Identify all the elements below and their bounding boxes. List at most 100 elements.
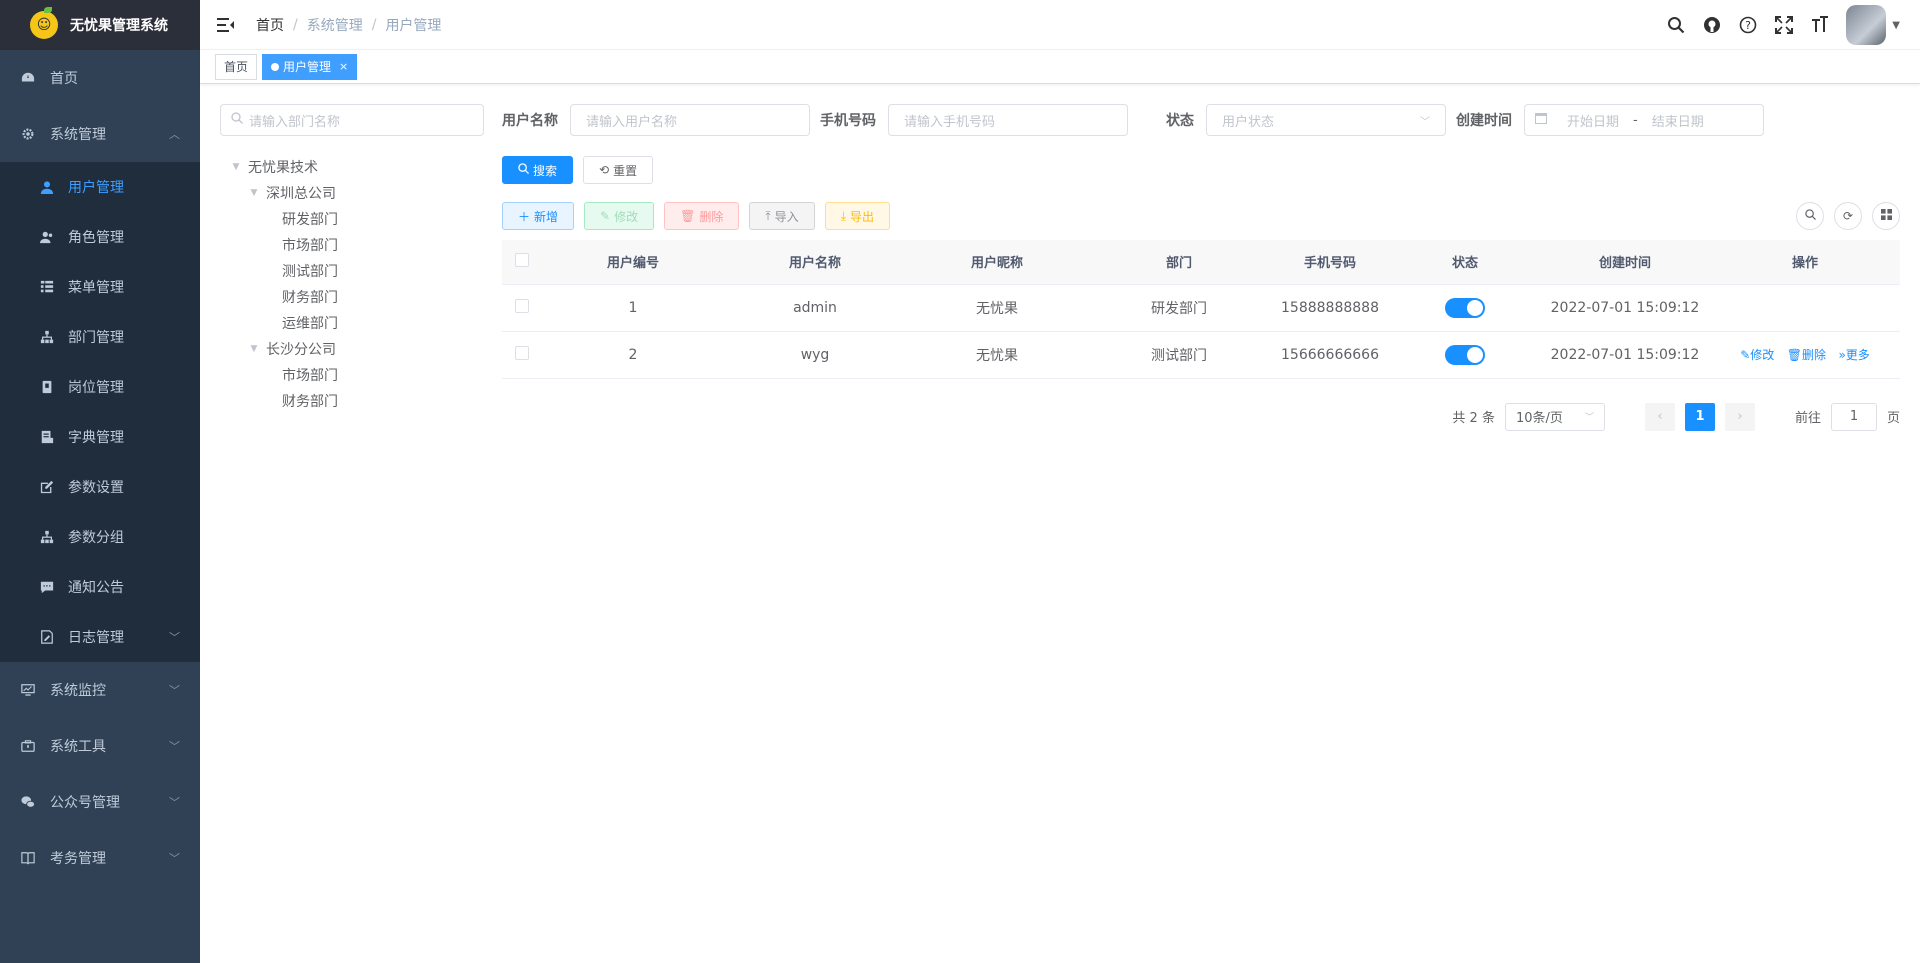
prev-page-button[interactable]: ‹ — [1644, 402, 1675, 431]
tree-node-root[interactable]: ▼ 无忧果技术 — [220, 154, 484, 180]
expand-icon[interactable]: ▼ — [246, 344, 262, 354]
row-checkbox[interactable] — [515, 345, 529, 360]
row-edit-link[interactable]: ✎修改 — [1740, 348, 1774, 362]
github-icon[interactable] — [1702, 15, 1722, 35]
refresh-button[interactable]: ⟳ — [1834, 202, 1862, 230]
columns-button[interactable] — [1872, 202, 1900, 230]
status-label: 状态 — [1166, 113, 1194, 129]
sidebar-item-label: 系统管理 — [50, 127, 106, 143]
tag-home[interactable]: 首页 — [215, 53, 258, 80]
cell-status — [1390, 331, 1540, 379]
sidebar-item-depts[interactable]: 部门管理 — [0, 312, 200, 362]
trash-icon: 🗑︎ — [1786, 348, 1802, 362]
sidebar-item-roles[interactable]: 角色管理 — [0, 212, 200, 262]
sidebar-item-system[interactable]: 系统管理 ︿ — [0, 106, 200, 162]
tree-node-leaf[interactable]: 财务部门 — [220, 284, 484, 310]
next-page-button[interactable]: › — [1724, 402, 1755, 431]
chevron-down-icon: ﹀ — [169, 796, 180, 809]
column-header: 操作 — [1710, 240, 1900, 285]
expand-icon[interactable]: ▼ — [246, 188, 262, 198]
sidebar-item-menus[interactable]: 菜单管理 — [0, 262, 200, 312]
logo[interactable]: ☺ 无忧果管理系统 — [0, 0, 200, 50]
font-size-icon[interactable] — [1810, 15, 1830, 35]
username-input[interactable]: 请输入用户名称 — [570, 104, 810, 136]
user-icon — [40, 180, 54, 194]
fullscreen-icon[interactable] — [1774, 15, 1794, 35]
phone-input[interactable]: 请输入手机号码 — [888, 104, 1128, 136]
row-delete-link[interactable]: 🗑︎删除 — [1787, 348, 1826, 362]
search-button[interactable]: 搜索 — [502, 156, 574, 184]
goto-page-input[interactable]: 1 — [1830, 402, 1877, 431]
sidebar-item-config-group[interactable]: 参数分组 — [0, 512, 200, 562]
export-button[interactable]: ⤓ 导出 — [824, 202, 891, 230]
page-number[interactable]: 1 — [1684, 402, 1715, 431]
dept-search-input[interactable]: 请输入部门名称 — [220, 104, 484, 136]
sidebar-item-dict[interactable]: 字典管理 — [0, 412, 200, 462]
reset-button[interactable]: ⟲ 重置 — [583, 156, 654, 184]
cell-actions: ✎修改 🗑︎删除 »更多 — [1710, 331, 1900, 379]
breadcrumb-system: 系统管理 — [306, 17, 363, 34]
cell-username: admin — [724, 284, 906, 332]
import-button[interactable]: ⤒ 导入 — [749, 202, 815, 230]
sidebar-item-wechat[interactable]: 公众号管理 ﹀ — [0, 774, 200, 830]
sidebar-item-log[interactable]: 日志管理 ﹀ — [0, 612, 200, 662]
toggle-search-button[interactable] — [1796, 202, 1824, 230]
delete-button[interactable]: 🗑︎ 删除 — [664, 202, 740, 230]
search-form: 用户名称 请输入用户名称 手机号码 请输入手机号码 状态 用户状态 ﹀ 创建时间… — [502, 104, 1900, 136]
tag-user-management[interactable]: 用户管理 × — [262, 53, 358, 80]
sidebar: ☺ 无忧果管理系统 首页 系统管理 ︿ 用户管理 角色管理 菜单管理 部门管理 — [0, 0, 200, 963]
tree-node-leaf[interactable]: 测试部门 — [220, 258, 484, 284]
tree-node-branch[interactable]: ▼ 深圳总公司 — [220, 180, 484, 206]
status-select[interactable]: 用户状态 ﹀ — [1206, 104, 1446, 136]
status-switch[interactable] — [1445, 297, 1485, 318]
column-header: 用户名称 — [724, 240, 906, 285]
tree-node-leaf[interactable]: 财务部门 — [220, 388, 484, 414]
close-icon[interactable]: × — [339, 55, 348, 79]
tree-node-label: 研发部门 — [282, 212, 338, 228]
tree-node-leaf[interactable]: 市场部门 — [220, 362, 484, 388]
sidebar-item-tools[interactable]: 系统工具 ﹀ — [0, 718, 200, 774]
breadcrumb-home[interactable]: 首页 — [256, 15, 284, 35]
book-icon — [20, 850, 36, 866]
sidebar-item-label: 系统工具 — [50, 739, 106, 755]
edit-button[interactable]: ✎ 修改 — [584, 202, 655, 230]
tree-node-branch[interactable]: ▼ 长沙分公司 — [220, 336, 484, 362]
sidebar-item-home[interactable]: 首页 — [0, 50, 200, 106]
sidebar-item-config[interactable]: 参数设置 — [0, 462, 200, 512]
sidebar-item-label: 字典管理 — [68, 430, 124, 446]
select-all-checkbox[interactable] — [515, 252, 529, 267]
expand-icon[interactable]: ▼ — [228, 162, 244, 172]
date-range-picker[interactable]: 开始日期 - 结束日期 — [1524, 104, 1764, 136]
navbar: 首页 / 系统管理 / 用户管理 ? ▼ — [200, 0, 1920, 50]
page-size-select[interactable]: 10条/页 ﹀ — [1504, 402, 1605, 431]
search-icon[interactable] — [1666, 15, 1686, 35]
row-more-link[interactable]: »更多 — [1838, 348, 1869, 362]
avatar — [1846, 5, 1887, 45]
user-avatar-dropdown[interactable]: ▼ — [1846, 5, 1900, 45]
tree-node-leaf[interactable]: 市场部门 — [220, 232, 484, 258]
cell-user-id: 2 — [542, 331, 724, 379]
table-row: 1 admin 无忧果 研发部门 15888888888 2022-07-01 … — [502, 284, 1900, 332]
sidebar-item-label: 公众号管理 — [50, 795, 120, 811]
row-checkbox[interactable] — [515, 298, 529, 313]
question-icon[interactable]: ? — [1738, 15, 1758, 35]
pagination: 共 2 条 10条/页 ﹀ ‹ 1 › 前往 1 页 — [502, 402, 1900, 431]
sidebar-item-monitor[interactable]: 系统监控 ﹀ — [0, 662, 200, 718]
sidebar-item-label: 参数设置 — [68, 480, 124, 496]
add-button[interactable]: ＋新增 — [502, 202, 575, 230]
column-header: 用户昵称 — [906, 240, 1088, 285]
select-all-cell — [502, 240, 542, 285]
sidebar-item-posts[interactable]: 岗位管理 — [0, 362, 200, 412]
sidebar-item-users[interactable]: 用户管理 — [0, 162, 200, 212]
tree-node-leaf[interactable]: 运维部门 — [220, 310, 484, 336]
export-button-label: 导出 — [850, 209, 875, 224]
chevron-up-icon: ︿ — [169, 128, 180, 141]
tree-node-leaf[interactable]: 研发部门 — [220, 206, 484, 232]
hamburger-icon[interactable] — [216, 15, 236, 35]
tree-node-label: 测试部门 — [282, 264, 338, 280]
cell-status — [1390, 284, 1540, 332]
svg-text:?: ? — [1745, 19, 1751, 32]
sidebar-item-exam[interactable]: 考务管理 ﹀ — [0, 830, 200, 886]
sidebar-item-notice[interactable]: 通知公告 — [0, 562, 200, 612]
status-switch[interactable] — [1445, 344, 1485, 365]
